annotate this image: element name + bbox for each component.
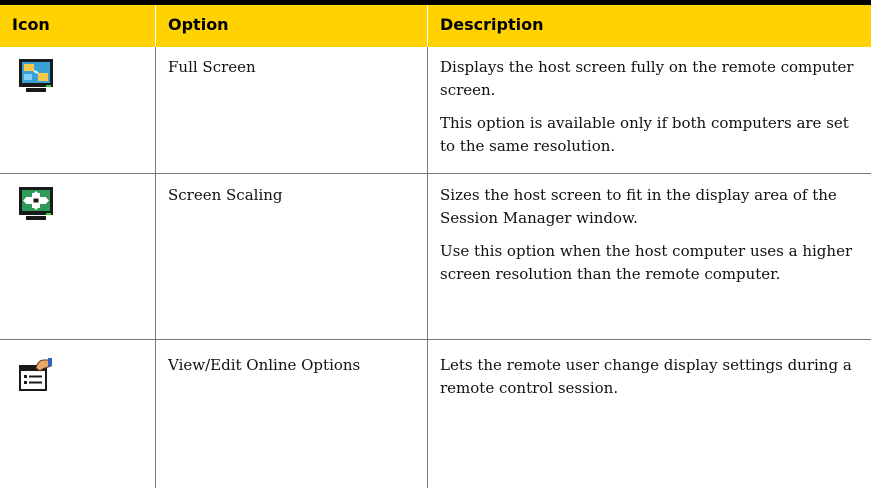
- description-full-screen-2: This option is available only if both co…: [440, 114, 849, 155]
- description-full-screen-1: Displays the host screen fully on the re…: [440, 58, 854, 99]
- column-divider: [155, 47, 156, 488]
- screen-scaling-monitor-icon: [18, 186, 54, 227]
- header-description: Description: [440, 15, 544, 34]
- row-divider: [0, 173, 871, 174]
- option-screen-scaling: Screen Scaling: [168, 186, 283, 204]
- full-screen-monitor-icon: [18, 58, 54, 99]
- table-header-row: [0, 5, 871, 47]
- column-divider: [427, 47, 428, 488]
- option-view-edit-online-options: View/Edit Online Options: [168, 356, 361, 374]
- header-icon: Icon: [12, 15, 50, 34]
- description-view-edit-online-options: Lets the remote user change display sett…: [440, 356, 852, 397]
- header-divider: [155, 5, 156, 47]
- description-screen-scaling-1: Sizes the host screen to fit in the disp…: [440, 186, 837, 227]
- header-divider: [427, 5, 428, 47]
- online-options-clipboard-icon: [18, 356, 54, 397]
- header-option: Option: [168, 15, 229, 34]
- description-screen-scaling-2: Use this option when the host computer u…: [440, 242, 853, 283]
- row-divider: [0, 339, 871, 340]
- option-full-screen: Full Screen: [168, 58, 256, 76]
